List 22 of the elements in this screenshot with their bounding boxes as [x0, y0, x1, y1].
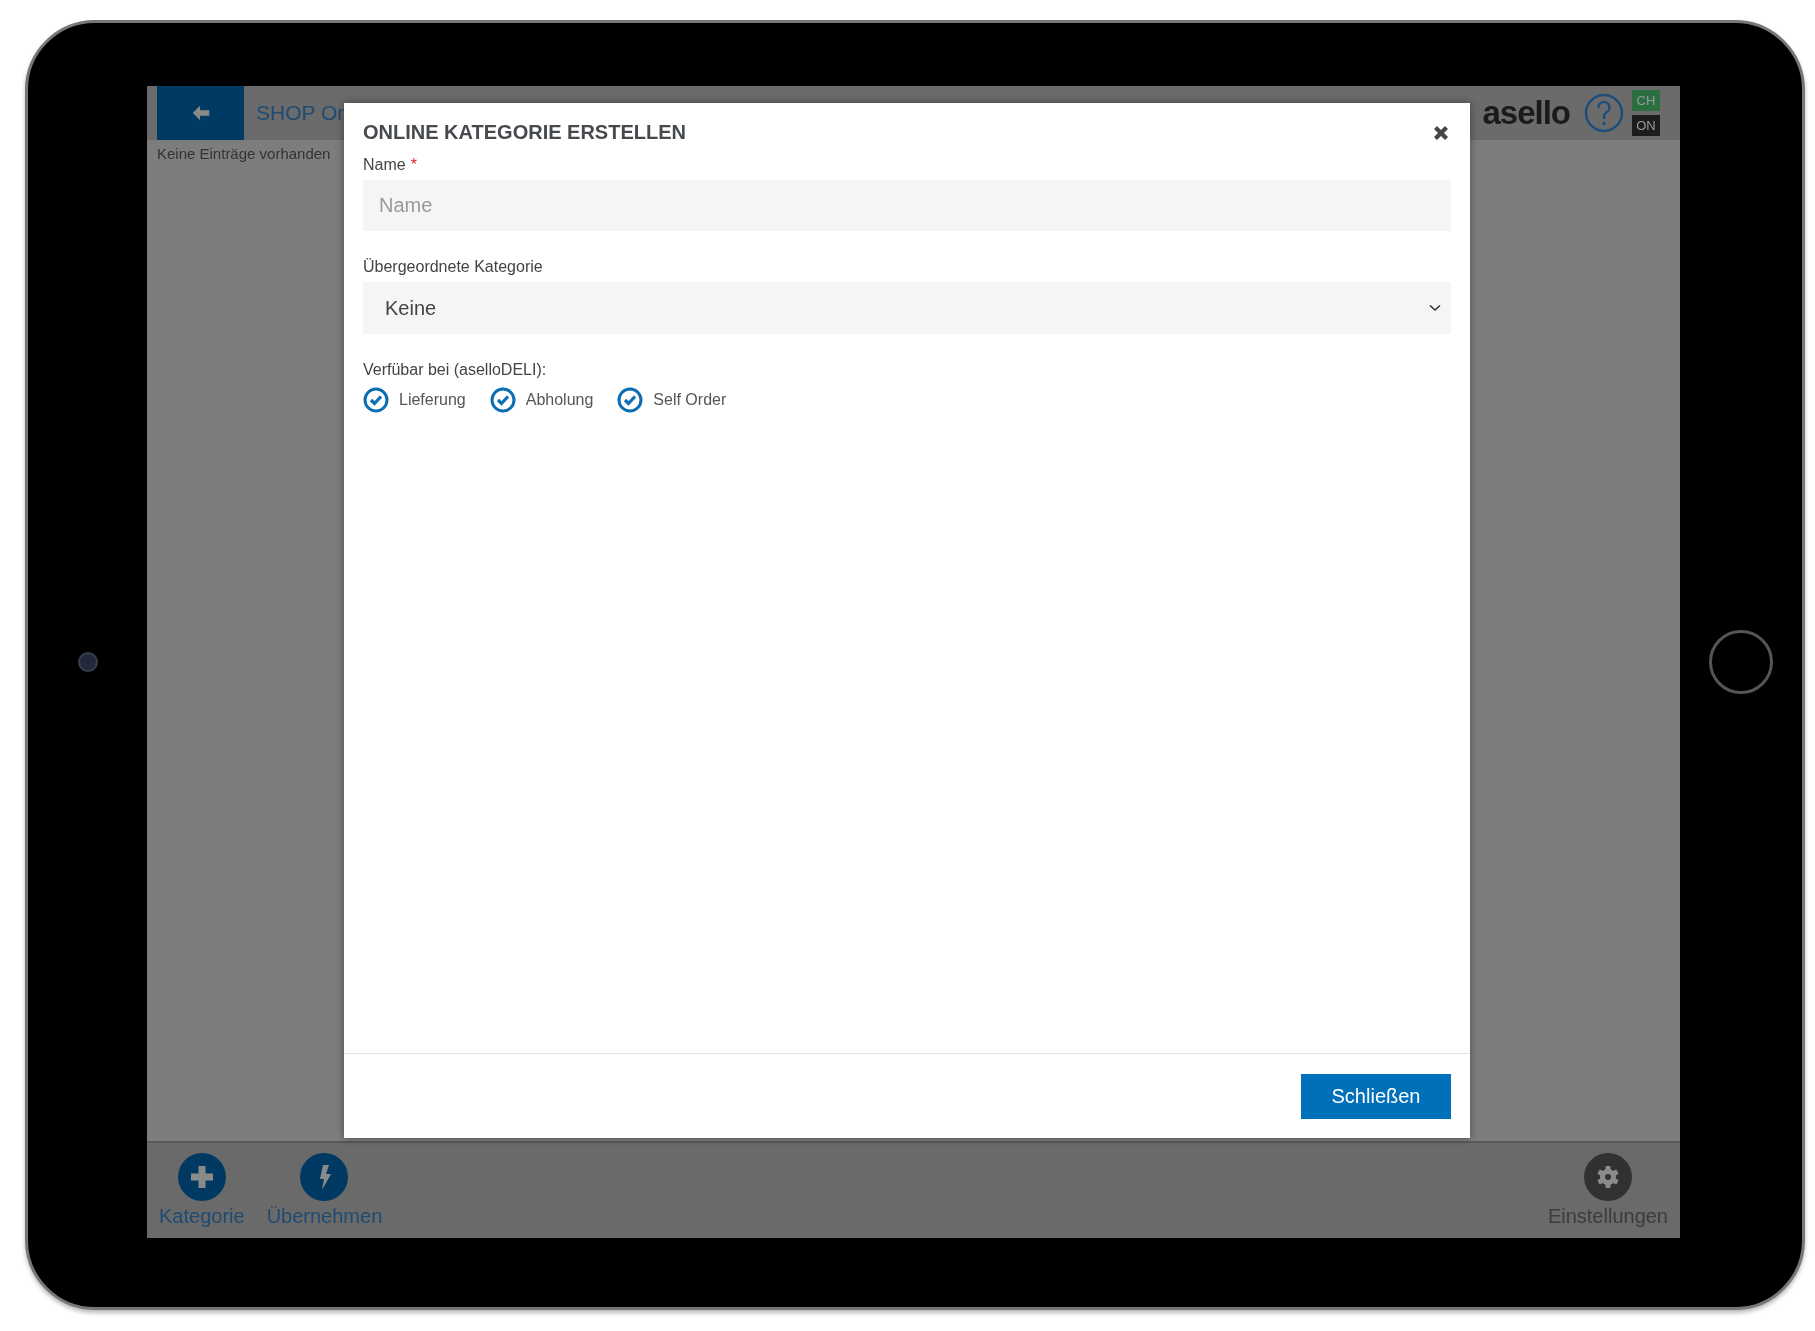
camera-icon [77, 652, 98, 672]
logo: asello [1482, 94, 1570, 132]
field-label: Übergeordnete Kategorie [363, 258, 543, 276]
required-mark: * [410, 156, 417, 174]
availability-checkbox[interactable]: Self Order [617, 387, 727, 413]
settings-icon [1583, 1153, 1632, 1201]
field-label: Verfübar bei (aselloDELI): [363, 361, 547, 379]
dialog-title: ONLINE KATEGORIE ERSTELLEN [363, 121, 686, 144]
field-label: Name [363, 156, 406, 174]
language-badge[interactable]: ON [1632, 115, 1660, 136]
parent-category-select[interactable]: Keine [363, 282, 1451, 334]
chevron-down-icon [1429, 304, 1441, 312]
availability-checkbox[interactable]: Lieferung [363, 387, 466, 413]
lightning-icon [300, 1153, 349, 1201]
availability-checkbox[interactable]: Abholung [489, 387, 594, 413]
back-button[interactable] [157, 86, 244, 140]
home-button[interactable] [1709, 630, 1773, 694]
name-input[interactable]: Name [363, 180, 1451, 231]
plus-icon [177, 1153, 226, 1201]
empty-message: Keine Einträge vorhanden [157, 145, 331, 162]
close-button[interactable]: Schließen [1301, 1073, 1451, 1119]
help-icon[interactable] [1584, 93, 1624, 133]
